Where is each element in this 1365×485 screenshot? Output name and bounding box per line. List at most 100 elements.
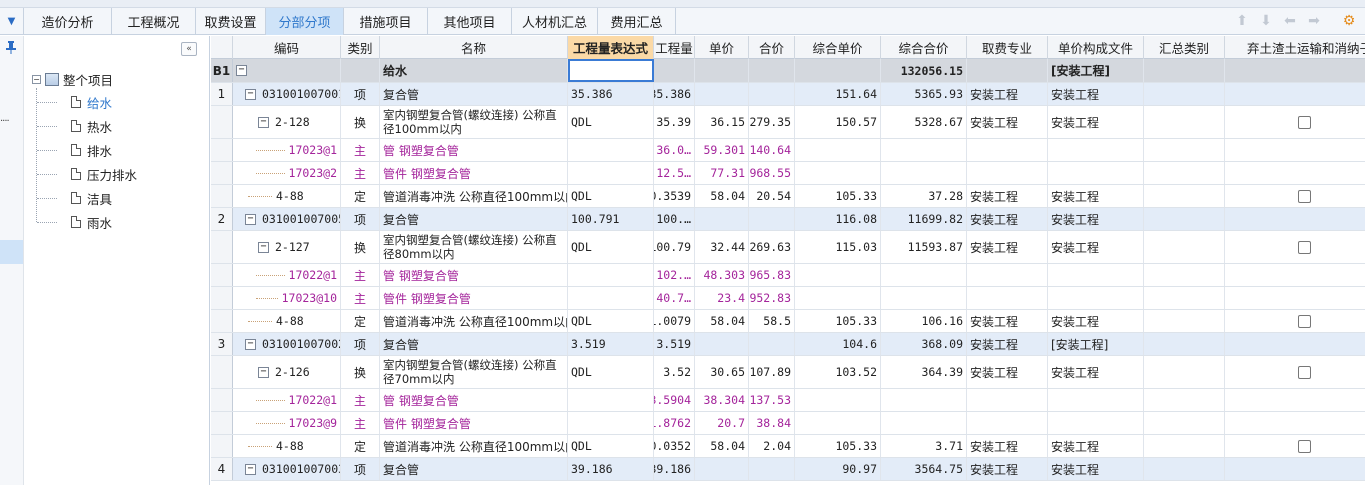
cell-type[interactable]: 主 bbox=[341, 264, 380, 286]
cell-name[interactable]: 管 钢塑复合管 bbox=[380, 389, 568, 411]
cell-qty[interactable]: 35.386 bbox=[654, 83, 695, 105]
cell-uprice[interactable] bbox=[795, 139, 881, 161]
checkbox[interactable] bbox=[1298, 365, 1311, 379]
cell-file[interactable] bbox=[1048, 412, 1144, 434]
cell-price[interactable]: 48.303 bbox=[695, 264, 749, 286]
cell-cat[interactable] bbox=[1144, 412, 1225, 434]
cell-price[interactable] bbox=[695, 59, 749, 82]
cell-utotal[interactable]: 5328.67 bbox=[881, 106, 967, 138]
cell-qty[interactable]: 12.5… bbox=[654, 162, 695, 184]
cell-uprice[interactable]: 104.6 bbox=[795, 333, 881, 355]
cell-cat[interactable] bbox=[1144, 333, 1225, 355]
cell-type[interactable]: 定 bbox=[341, 310, 380, 332]
cell-total[interactable]: 952.83 bbox=[749, 287, 795, 309]
move-right-icon[interactable]: ➡ bbox=[1305, 12, 1323, 30]
cell-total[interactable] bbox=[749, 333, 795, 355]
cell-code[interactable]: −2-127 bbox=[233, 231, 341, 263]
collapse-row-icon[interactable]: − bbox=[258, 241, 269, 253]
cell-rowno[interactable] bbox=[211, 389, 233, 411]
table-row[interactable]: 17022@1 主管 钢塑复合管 102.…48.3034965.83 bbox=[211, 264, 1365, 287]
header-extra[interactable]: 弃土渣土运输和消纳子 bbox=[1225, 36, 1365, 59]
cell-rowno[interactable] bbox=[211, 106, 233, 138]
settings-icon[interactable]: ⚙ bbox=[1338, 12, 1360, 30]
cell-type[interactable]: 换 bbox=[341, 231, 380, 263]
cell-price[interactable]: 32.44 bbox=[695, 231, 749, 263]
cell-qty[interactable]: 3.5904 bbox=[654, 389, 695, 411]
cell-file[interactable]: 安装工程 bbox=[1048, 310, 1144, 332]
cell-utotal[interactable] bbox=[881, 287, 967, 309]
cell-extra[interactable] bbox=[1225, 208, 1365, 230]
cell-code[interactable]: −2-128 bbox=[233, 106, 341, 138]
cell-fee[interactable]: 安装工程 bbox=[967, 333, 1048, 355]
cell-cat[interactable] bbox=[1144, 287, 1225, 309]
table-row[interactable]: 17023@9 主管件 钢塑复合管 1.876220.738.84 bbox=[211, 412, 1365, 435]
cell-name[interactable]: 管 钢塑复合管 bbox=[380, 264, 568, 286]
header-utotal[interactable]: 综合合价 bbox=[881, 36, 967, 59]
tab-4[interactable]: 分部分项 bbox=[266, 8, 344, 35]
cell-qty[interactable]: 39.186 bbox=[654, 458, 695, 480]
cell-uprice[interactable]: 150.57 bbox=[795, 106, 881, 138]
tab-6[interactable]: 其他项目 bbox=[428, 8, 512, 35]
cell-extra[interactable] bbox=[1225, 287, 1365, 309]
cell-utotal[interactable]: 11699.82 bbox=[881, 208, 967, 230]
cell-extra[interactable] bbox=[1225, 231, 1365, 263]
cell-expr[interactable]: 100.791 bbox=[568, 208, 654, 230]
cell-uprice[interactable]: 116.08 bbox=[795, 208, 881, 230]
cell-file[interactable]: 安装工程 bbox=[1048, 185, 1144, 207]
cell-price[interactable]: 58.04 bbox=[695, 435, 749, 457]
cell-code[interactable]: −2-126 bbox=[233, 356, 341, 388]
cell-expr[interactable] bbox=[568, 264, 654, 286]
cell-uprice[interactable]: 105.33 bbox=[795, 185, 881, 207]
header-cat[interactable]: 汇总类别 bbox=[1144, 36, 1225, 59]
collapse-row-icon[interactable]: − bbox=[245, 338, 256, 350]
cell-qty[interactable]: 1.8762 bbox=[654, 412, 695, 434]
checkbox[interactable] bbox=[1298, 189, 1311, 203]
cell-type[interactable]: 主 bbox=[341, 412, 380, 434]
cell-expr[interactable] bbox=[568, 412, 654, 434]
cell-file[interactable]: 安装工程 bbox=[1048, 356, 1144, 388]
cell-name[interactable]: 管件 钢塑复合管 bbox=[380, 162, 568, 184]
cell-cat[interactable] bbox=[1144, 231, 1225, 263]
table-row[interactable]: 17023@2 主管件 钢塑复合管 12.5… 77.31 968.55 bbox=[211, 162, 1365, 185]
cell-code[interactable]: 17022@1 bbox=[233, 264, 341, 286]
cell-file[interactable]: 安装工程 bbox=[1048, 458, 1144, 480]
checkbox[interactable] bbox=[1298, 314, 1311, 328]
cell-rowno[interactable] bbox=[211, 139, 233, 161]
cell-fee[interactable] bbox=[967, 162, 1048, 184]
collapse-panel-button[interactable]: « bbox=[181, 42, 197, 56]
cell-utotal[interactable]: 364.39 bbox=[881, 356, 967, 388]
cell-cat[interactable] bbox=[1144, 106, 1225, 138]
cell-file[interactable]: 安装工程 bbox=[1048, 231, 1144, 263]
cell-type[interactable]: 定 bbox=[341, 435, 380, 457]
cell-type[interactable]: 项 bbox=[341, 333, 380, 355]
cell-rowno[interactable]: 3 bbox=[211, 333, 233, 355]
cell-extra[interactable] bbox=[1225, 185, 1365, 207]
cell-fee[interactable]: 安装工程 bbox=[967, 208, 1048, 230]
header-price[interactable]: 单价 bbox=[695, 36, 749, 59]
tree-item-2[interactable]: 热水 bbox=[37, 116, 112, 136]
cell-type[interactable]: 项 bbox=[341, 458, 380, 480]
header-type[interactable]: 类别 bbox=[341, 36, 380, 59]
cell-uprice[interactable]: 105.33 bbox=[795, 435, 881, 457]
tab-1[interactable]: 造价分析 bbox=[24, 8, 112, 35]
cell-code[interactable]: 4-88 bbox=[233, 310, 341, 332]
cell-total[interactable]: 20.54 bbox=[749, 185, 795, 207]
cell-extra[interactable] bbox=[1225, 264, 1365, 286]
cell-qty[interactable]: 35.39 bbox=[654, 106, 695, 138]
cell-fee[interactable]: 安装工程 bbox=[967, 106, 1048, 138]
move-up-icon[interactable]: ⬆ bbox=[1233, 12, 1251, 30]
cell-extra[interactable] bbox=[1225, 162, 1365, 184]
cell-code[interactable]: 4-88 bbox=[233, 435, 341, 457]
tab-7[interactable]: 人材机汇总 bbox=[512, 8, 598, 35]
cell-rowno[interactable] bbox=[211, 412, 233, 434]
cell-code[interactable]: 17023@9 bbox=[233, 412, 341, 434]
cell-name[interactable]: 管件 钢塑复合管 bbox=[380, 412, 568, 434]
cell-name[interactable]: 复合管 bbox=[380, 333, 568, 355]
cell-utotal[interactable]: 11593.87 bbox=[881, 231, 967, 263]
cell-file[interactable] bbox=[1048, 264, 1144, 286]
cell-extra[interactable] bbox=[1225, 435, 1365, 457]
cell-code[interactable]: −031001007003 bbox=[233, 458, 341, 480]
move-left-icon[interactable]: ⬅ bbox=[1281, 12, 1299, 30]
cell-utotal[interactable]: 368.09 bbox=[881, 333, 967, 355]
cell-type[interactable]: 主 bbox=[341, 139, 380, 161]
